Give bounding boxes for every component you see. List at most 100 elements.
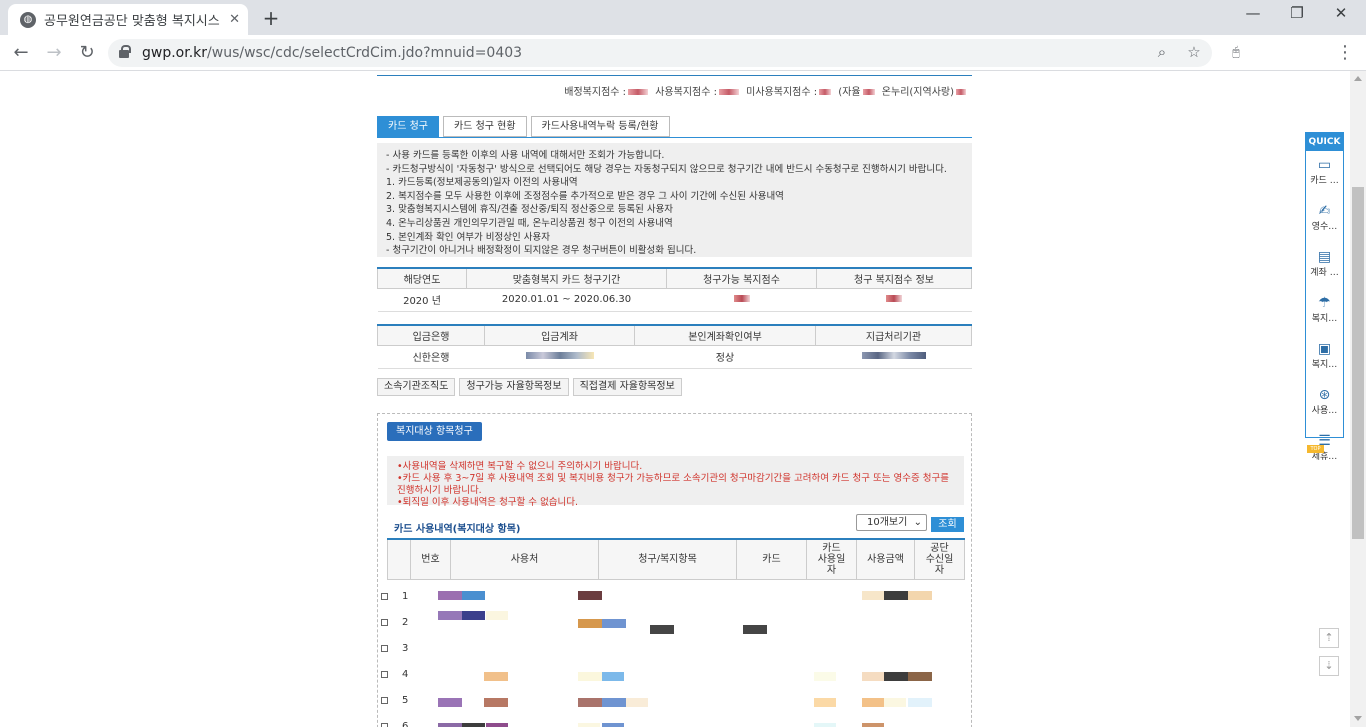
scroll-top-icon[interactable]: ⇡ <box>1319 628 1339 648</box>
close-window-icon[interactable]: ✕ <box>1318 4 1364 22</box>
row-checkbox[interactable] <box>381 671 388 678</box>
page-scrollbar[interactable] <box>1350 71 1366 727</box>
warning-line: •카드 사용 후 3~7일 후 사용내역 조회 및 복지비용 청구가 가능하므로… <box>397 473 949 496</box>
quick-welfare-1[interactable]: ☂ 복지… <box>1306 295 1343 335</box>
org-chart-button[interactable]: 소속기관조직도 <box>377 378 456 396</box>
url-text: gwp.or.kr/wus/wsc/cdc/selectCrdCim.jdo?m… <box>142 45 523 61</box>
redacted-cell <box>908 591 932 600</box>
redacted-cell <box>884 591 908 600</box>
redacted-cell <box>578 723 600 727</box>
scroll-up-icon[interactable] <box>1354 76 1362 81</box>
maximize-icon[interactable]: ❐ <box>1274 4 1320 22</box>
back-icon[interactable]: ← <box>9 41 33 65</box>
tab-card-claim-status[interactable]: 카드 청구 현황 <box>442 116 527 137</box>
scroll-bottom-icon[interactable]: ⇣ <box>1319 656 1339 676</box>
row-checkbox[interactable] <box>381 645 388 652</box>
account-icon: ▤ <box>1317 249 1332 265</box>
col-year: 해당연도 <box>377 267 467 289</box>
claimable-items-button[interactable]: 청구가능 자율항목정보 <box>459 378 569 396</box>
redacted-cell <box>438 698 462 707</box>
self-label: (자율 <box>838 87 861 98</box>
top-badge[interactable]: TOP <box>1307 445 1324 453</box>
receipt-icon: ✍ <box>1318 203 1331 219</box>
menu-dots-icon[interactable]: ⋮ <box>1333 41 1357 65</box>
scrollbar-thumb[interactable] <box>1352 187 1364 539</box>
col-received-date: 공단 수신일 자 <box>914 538 965 580</box>
direct-payment-items-button[interactable]: 직접결제 자율항목정보 <box>572 378 682 396</box>
col-claim-points-info: 청구 복지점수 정보 <box>816 267 972 289</box>
redacted-cell <box>486 723 508 727</box>
new-tab-icon[interactable]: + <box>260 6 282 30</box>
redacted-cell <box>862 723 884 727</box>
row-checkbox[interactable] <box>381 619 388 626</box>
quick-usage[interactable]: ⊛ 사용… <box>1306 387 1343 427</box>
scroll-down-icon[interactable] <box>1354 716 1362 721</box>
notice-line: - 카드청구방식이 '자동청구' 방식으로 선택되어도 해당 경우는 자동청구되… <box>386 163 947 175</box>
claim-tabs: 카드 청구 카드 청구 현황 카드사용내역누락 등록/현황 <box>377 116 670 137</box>
page-size-select[interactable]: 10개보기 ⌄ <box>856 514 927 531</box>
table-row: 1 <box>378 584 956 610</box>
table-row: 3 <box>378 636 956 662</box>
usage-rows: 1 2 3 4 5 6 <box>378 584 956 727</box>
search-button[interactable]: 조회 <box>931 517 964 532</box>
redacted-cell <box>884 698 906 707</box>
browser-tab[interactable]: ◍ 공무원연금공단 맞춤형 복지시스 ✕ <box>8 4 248 35</box>
address-bar[interactable]: gwp.or.kr/wus/wsc/cdc/selectCrdCim.jdo?m… <box>108 39 1212 67</box>
browser-tab-strip: ◍ 공무원연금공단 맞춤형 복지시스 ✕ + — ❐ ✕ <box>0 0 1366 35</box>
tab-missing-usage[interactable]: 카드사용내역누락 등록/현황 <box>530 116 670 137</box>
warning-box: •사용내역을 삭제하면 복구할 수 없으니 주의하시기 바랍니다. •카드 사용… <box>387 456 964 508</box>
close-tab-icon[interactable]: ✕ <box>229 12 240 27</box>
onnuri-label: 온누리(지역사랑) <box>881 87 954 98</box>
redacted-cell <box>578 591 602 600</box>
account-check-value: 정상 <box>634 345 816 369</box>
card-check-icon: ▣ <box>1317 341 1332 357</box>
quick-account[interactable]: ▤ 계좌 … <box>1306 249 1343 289</box>
quick-welfare-2[interactable]: ▣ 복지… <box>1306 341 1343 381</box>
row-number: 6 <box>402 721 409 727</box>
redacted-cell <box>462 611 485 620</box>
redacted-cell <box>438 591 462 600</box>
notice-line: - 청구기간이 아니거나 배정확정이 되지않은 경우 청구버튼이 비활성화 됩니… <box>386 245 697 257</box>
col-merchant: 사용처 <box>450 538 599 580</box>
quick-receipt-claim[interactable]: ✍ 영수… <box>1306 203 1343 243</box>
redacted-cell <box>908 698 932 707</box>
zoom-icon[interactable]: ⌕ <box>1152 43 1172 61</box>
forward-icon[interactable]: → <box>42 41 66 65</box>
redacted-cell <box>462 723 485 727</box>
col-amount: 사용금액 <box>856 538 915 580</box>
row-checkbox[interactable] <box>381 723 388 727</box>
row-checkbox[interactable] <box>381 593 388 600</box>
period-value: 2020.01.01 ~ 2020.06.30 <box>466 288 667 312</box>
quick-partner[interactable]: ☰ 제휴… <box>1306 433 1343 473</box>
redacted-cell <box>602 698 626 707</box>
redacted-cell <box>884 672 908 681</box>
lock-icon <box>119 45 131 58</box>
warning-line: •퇴직일 이후 사용내역은 청구할 수 없습니다. <box>397 497 579 508</box>
chevron-down-icon: ⌄ <box>913 517 922 528</box>
row-checkbox[interactable] <box>381 697 388 704</box>
account-value <box>484 345 635 369</box>
redacted-cell <box>908 672 932 681</box>
mouse-extension-icon[interactable]: 🖰 <box>1224 41 1248 65</box>
minimize-icon[interactable]: — <box>1230 4 1276 22</box>
redacted-cell <box>814 723 836 727</box>
quick-card-claim[interactable]: ▭ 카드 … <box>1306 157 1343 197</box>
redacted-cell <box>814 672 836 681</box>
redacted-cell <box>602 619 626 628</box>
claim-period-table: 해당연도 맞춤형복지 카드 청구기간 청구가능 복지점수 청구 복지점수 정보 … <box>377 267 972 312</box>
row-number: 1 <box>402 591 409 602</box>
card-icon: ▭ <box>1317 157 1332 173</box>
browser-toolbar: ← → ↻ gwp.or.kr/wus/wsc/cdc/selectCrdCim… <box>0 35 1366 71</box>
warning-line: •사용내역을 삭제하면 복구할 수 없으니 주의하시기 바랍니다. <box>397 461 643 472</box>
bookmark-star-icon[interactable]: ☆ <box>1184 43 1204 61</box>
col-use-date: 카드 사용일 자 <box>806 538 857 580</box>
page-size-value: 10개보기 <box>867 517 908 528</box>
tab-card-claim[interactable]: 카드 청구 <box>377 116 439 137</box>
redacted-cell <box>462 591 485 600</box>
reload-icon[interactable]: ↻ <box>75 41 99 65</box>
redacted-cell <box>438 611 462 620</box>
redacted-cell <box>650 625 674 634</box>
claim-items-button[interactable]: 복지대상 항목청구 <box>387 422 482 441</box>
list-title: 카드 사용내역(복지대상 항목) <box>394 524 521 535</box>
notice-line: 1. 카드등록(정보제공동의)일자 이전의 사용내역 <box>386 177 578 189</box>
